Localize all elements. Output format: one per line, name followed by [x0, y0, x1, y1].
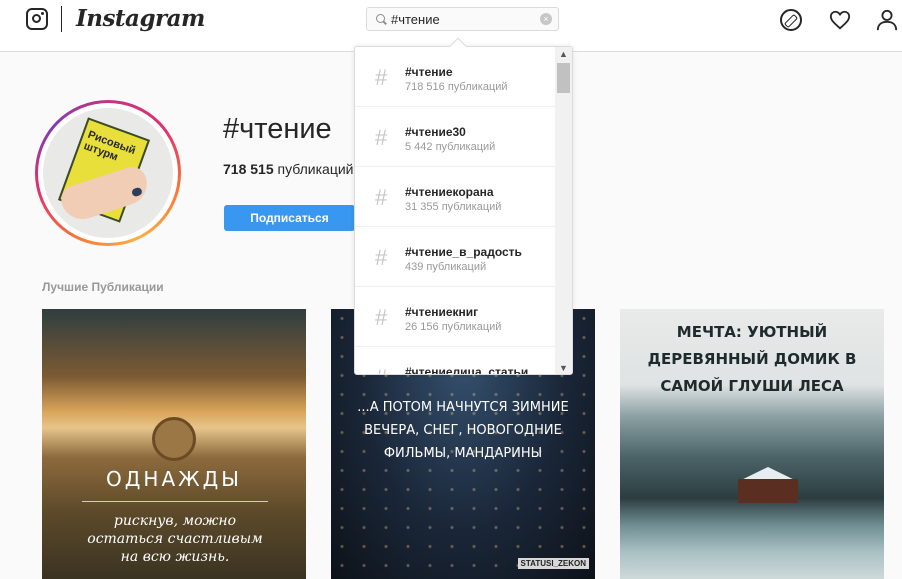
posts-count-label: публикаций — [277, 161, 354, 177]
posts-count: 718 515 публикаций — [223, 161, 354, 177]
top-posts-heading: Лучшие Публикации — [42, 280, 164, 294]
hashtag-icon: # — [375, 245, 388, 270]
compass-icon[interactable] — [780, 9, 802, 31]
post-thumbnail[interactable]: ОДНАЖДЫ рискнув, можно остаться счастлив… — [42, 309, 306, 579]
posts-count-number: 718 515 — [223, 161, 274, 177]
suggestion-item[interactable]: # #чтение_в_радость 439 публикаций — [355, 227, 557, 287]
search-icon — [376, 14, 385, 23]
watermark: STATUSI_ZEKON — [517, 558, 589, 569]
camera-icon[interactable] — [26, 8, 48, 30]
scroll-up-icon[interactable]: ▲ — [558, 49, 569, 60]
dropdown-scrollbar[interactable]: ▲ ▼ — [555, 47, 572, 374]
post-caption: рискнув, можно остаться счастливым на вс… — [87, 513, 263, 565]
hashtag-icon: # — [375, 365, 387, 374]
suggestion-item[interactable]: # #чтениекорана 31 355 публикаций — [355, 167, 557, 227]
hashtag-icon: # — [375, 65, 388, 90]
suggestion-item[interactable]: # #чтение30 5 442 публикаций — [355, 107, 557, 167]
suggestion-item[interactable]: # #чтениелица_статьи — [355, 347, 557, 374]
scroll-down-icon[interactable]: ▼ — [558, 363, 569, 374]
post-thumbnail[interactable]: МЕЧТА: УЮТНЫЙ ДЕРЕВЯННЫЙ ДОМИК В САМОЙ Г… — [620, 309, 884, 579]
clear-search-icon[interactable]: × — [540, 13, 552, 25]
compass-image — [152, 417, 196, 461]
scroll-thumb[interactable] — [557, 63, 570, 93]
person-icon[interactable] — [876, 9, 898, 31]
hashtag-icon: # — [375, 185, 388, 210]
instagram-logo[interactable]: Instagram — [76, 5, 205, 32]
search-suggestions: # #чтение 718 516 публикаций # #чтение30… — [354, 46, 573, 375]
avatar-image: Рисовый штурм — [43, 108, 173, 238]
logo-divider — [61, 6, 62, 32]
page-title: #чтение — [223, 113, 332, 145]
suggestion-item[interactable]: # #чтениекниг 26 156 публикаций — [355, 287, 557, 347]
hashtag-avatar: Рисовый штурм — [35, 100, 181, 246]
search-box[interactable]: × — [366, 7, 559, 31]
suggestion-item[interactable]: # #чтение 718 516 публикаций — [355, 47, 557, 107]
post-caption: ОДНАЖДЫ — [106, 467, 242, 491]
hashtag-icon: # — [375, 125, 388, 150]
follow-button[interactable]: Подписаться — [224, 205, 355, 231]
house-image — [738, 479, 798, 503]
hashtag-icon: # — [375, 305, 388, 330]
heart-icon[interactable] — [829, 9, 851, 31]
post-caption: МЕЧТА: УЮТНЫЙ ДЕРЕВЯННЫЙ ДОМИК В САМОЙ Г… — [647, 323, 857, 395]
post-caption: ...А ПОТОМ НАЧНУТСЯ ЗИМНИЕ ВЕЧЕРА, СНЕГ,… — [357, 400, 569, 461]
search-input[interactable] — [391, 11, 531, 27]
